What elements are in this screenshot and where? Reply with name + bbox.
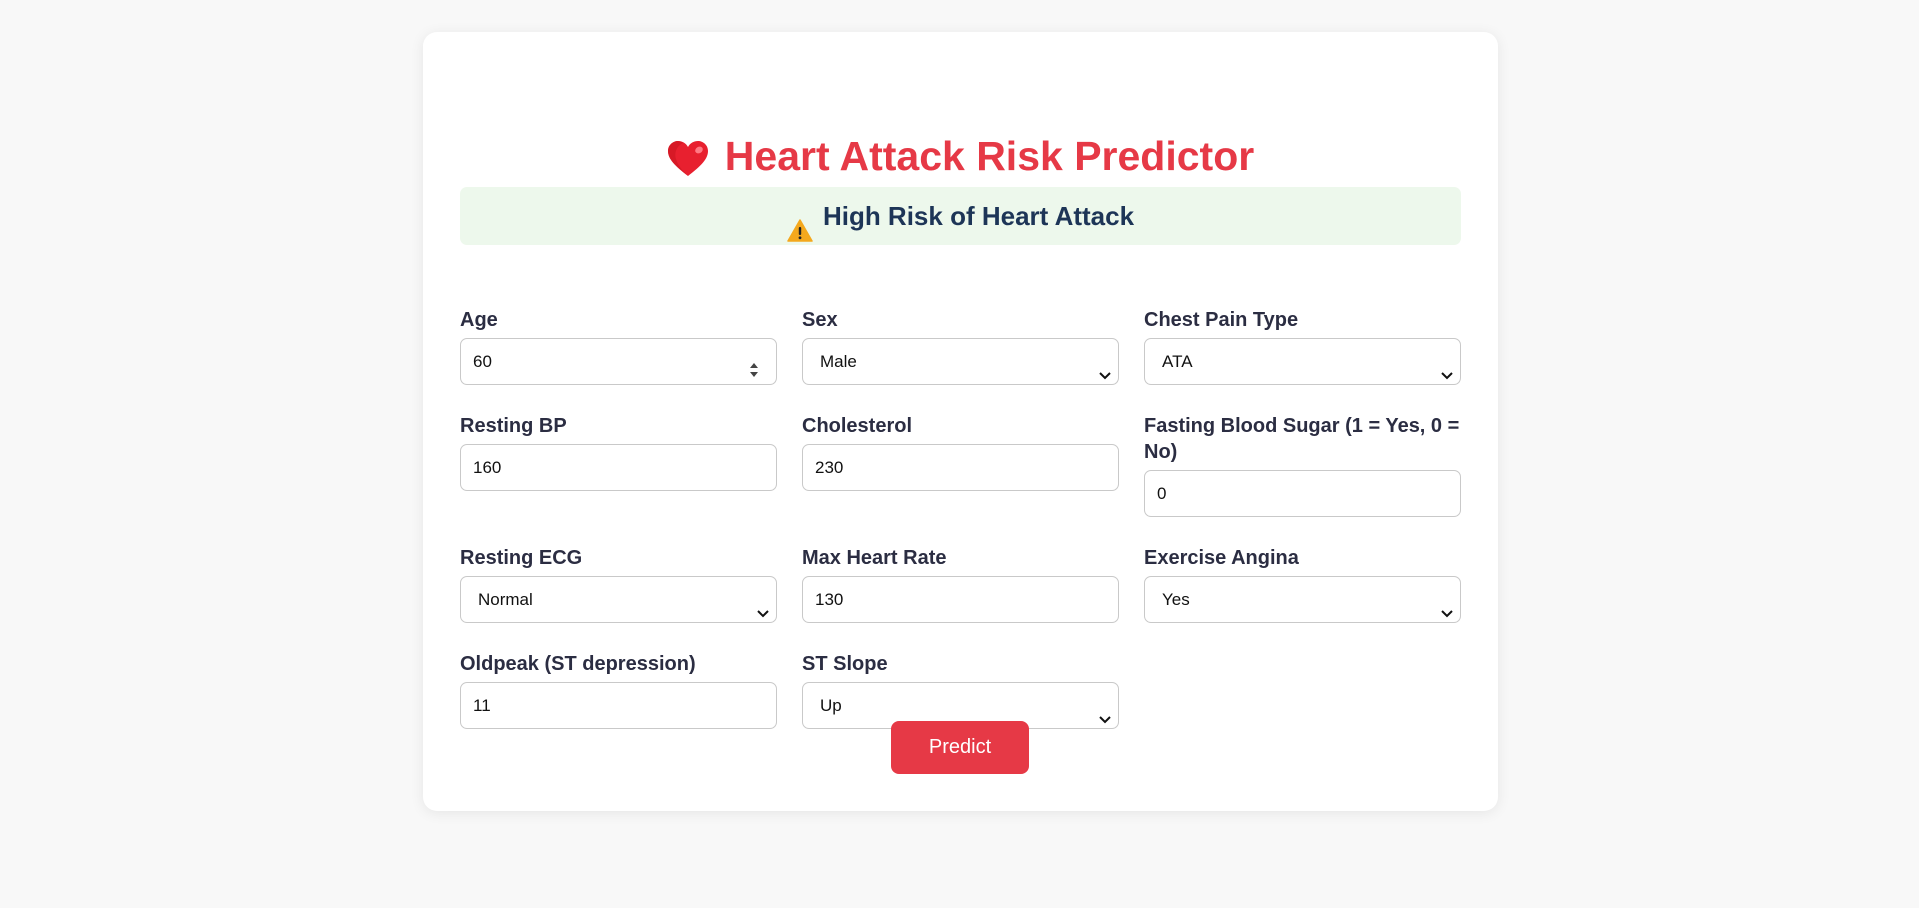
age-field: Age 60 [460, 307, 777, 385]
max-hr-value: 130 [815, 590, 844, 609]
age-value: 60 [473, 352, 492, 371]
warning-icon [787, 204, 813, 242]
chevron-down-icon [1098, 354, 1112, 380]
exercise-angina-field: Exercise Angina Yes [1144, 545, 1461, 623]
exercise-angina-label: Exercise Angina [1144, 547, 1299, 569]
fasting-bs-input[interactable]: 0 [1144, 470, 1461, 517]
age-input[interactable]: 60 [460, 338, 777, 385]
risk-result-banner: High Risk of Heart Attack [460, 187, 1461, 245]
chest-pain-label: Chest Pain Type [1144, 309, 1299, 331]
oldpeak-label: Oldpeak (ST depression) [460, 653, 696, 675]
resting-ecg-label: Resting ECG [460, 547, 583, 569]
max-hr-label: Max Heart Rate [802, 547, 947, 569]
age-label: Age [460, 309, 498, 331]
resting-bp-label: Resting BP [460, 415, 567, 437]
resting-ecg-select[interactable]: Normal [460, 576, 777, 623]
sex-value: Male [820, 352, 857, 371]
fasting-bs-field: Fasting Blood Sugar (1 = Yes, 0 = No) 0 [1144, 413, 1461, 517]
chevron-down-icon [756, 592, 770, 618]
fasting-bs-value: 0 [1157, 484, 1167, 503]
st-slope-value: Up [820, 696, 842, 715]
chest-pain-select[interactable]: ATA [1144, 338, 1461, 385]
number-spinner-icon[interactable] [747, 352, 761, 377]
page-title-text: Heart Attack Risk Predictor [724, 133, 1255, 179]
exercise-angina-select[interactable]: Yes [1144, 576, 1461, 623]
predict-button[interactable]: Predict [891, 721, 1029, 774]
sex-label: Sex [802, 309, 838, 331]
heart-icon [667, 136, 709, 177]
resting-bp-input[interactable]: 160 [460, 444, 777, 491]
chest-pain-value: ATA [1162, 352, 1193, 371]
cholesterol-label: Cholesterol [802, 415, 913, 437]
oldpeak-value: 11 [473, 696, 491, 715]
sex-field: Sex Male [802, 307, 1119, 385]
max-hr-input[interactable]: 130 [802, 576, 1119, 623]
page-title: Heart Attack Risk Predictor [423, 128, 1498, 184]
resting-ecg-field: Resting ECG Normal [460, 545, 777, 623]
st-slope-field: ST Slope Up [802, 651, 1119, 729]
cholesterol-input[interactable]: 230 [802, 444, 1119, 491]
predictor-card: Heart Attack Risk Predictor High Risk of… [423, 32, 1498, 811]
chest-pain-field: Chest Pain Type ATA [1144, 307, 1461, 385]
cholesterol-field: Cholesterol 230 [802, 413, 1119, 491]
st-slope-label: ST Slope [802, 653, 888, 675]
resting-bp-value: 160 [473, 458, 502, 477]
risk-result-text: High Risk of Heart Attack [822, 201, 1135, 231]
oldpeak-field: Oldpeak (ST depression) 11 [460, 651, 777, 729]
chevron-down-icon [1440, 592, 1454, 618]
chevron-down-icon [1440, 354, 1454, 380]
fasting-bs-label: Fasting Blood Sugar (1 = Yes, 0 = No) [1144, 415, 1460, 463]
exercise-angina-value: Yes [1162, 590, 1190, 609]
max-hr-field: Max Heart Rate 130 [802, 545, 1119, 623]
sex-select[interactable]: Male [802, 338, 1119, 385]
cholesterol-value: 230 [815, 458, 844, 477]
oldpeak-input[interactable]: 11 [460, 682, 777, 729]
chevron-down-icon [1098, 698, 1112, 724]
resting-bp-field: Resting BP 160 [460, 413, 777, 491]
resting-ecg-value: Normal [478, 590, 533, 609]
